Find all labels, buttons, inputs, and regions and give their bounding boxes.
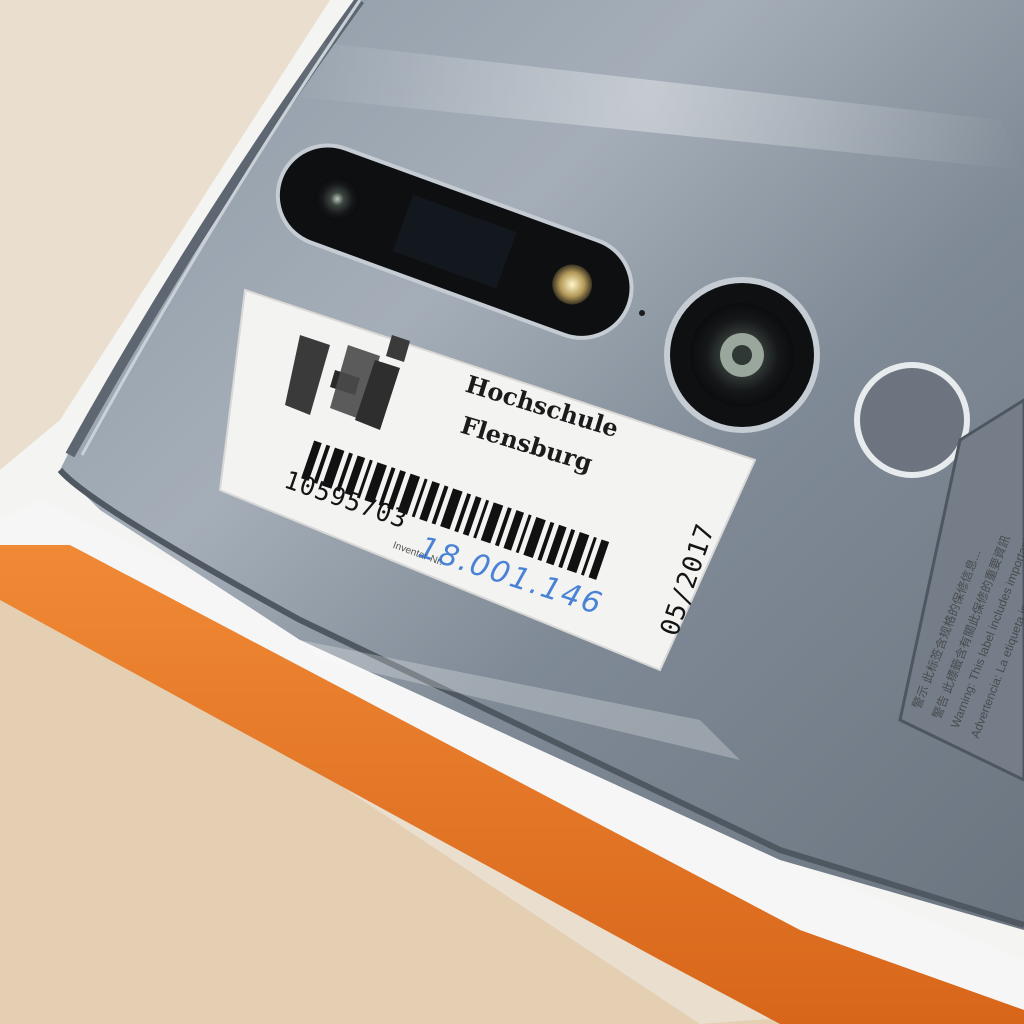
microphone-hole: [639, 310, 645, 316]
scene-drawing: [0, 0, 1024, 1024]
photo-scene: Hochschule Flensburg 10595703 Inventar-N…: [0, 0, 1024, 1024]
fingerprint-sensor: [854, 362, 970, 478]
main-camera-lens: [664, 277, 820, 433]
